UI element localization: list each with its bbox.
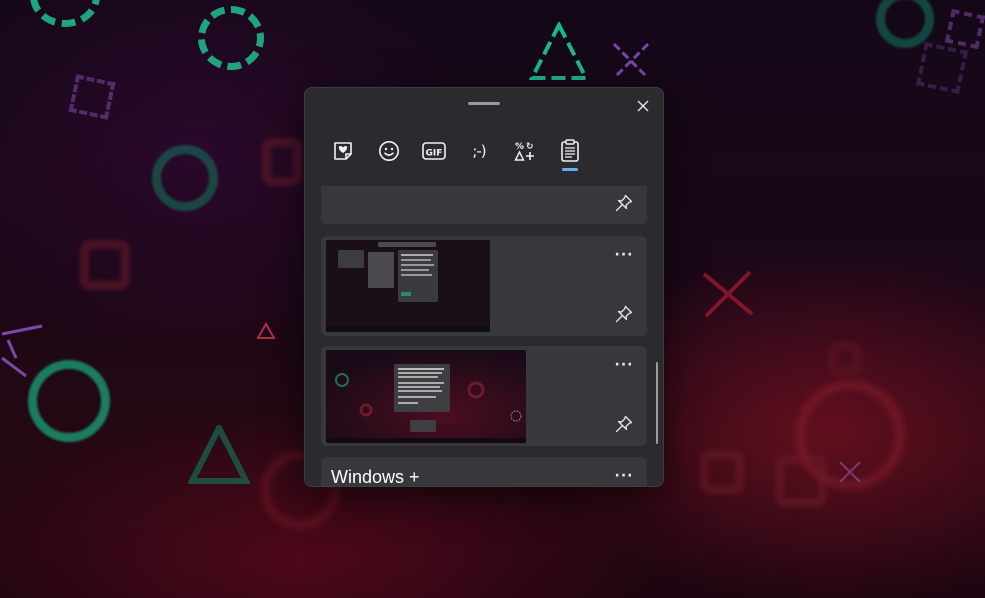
close-icon: [637, 100, 649, 112]
tab-gif[interactable]: GIF: [416, 133, 452, 169]
tab-favorites[interactable]: [325, 133, 361, 169]
clipboard-panel: GIF ;-) % ↻ ··· ··· Windows + ···: [304, 87, 664, 487]
bg-square: [80, 240, 130, 290]
drag-handle[interactable]: [468, 102, 500, 105]
more-options-button[interactable]: ···: [612, 467, 636, 486]
bg-ring: [152, 145, 218, 211]
pin-button[interactable]: [612, 191, 636, 215]
clipboard-item[interactable]: ···: [321, 346, 647, 446]
bg-triangle: [256, 322, 276, 339]
bg-triangle: [188, 425, 250, 484]
clipboard-icon: [561, 139, 579, 162]
gif-label: GIF: [426, 149, 443, 159]
pin-button[interactable]: [612, 302, 636, 326]
pin-icon: [615, 415, 633, 433]
pin-icon: [615, 305, 633, 323]
gif-icon: GIF: [422, 142, 446, 160]
pin-button[interactable]: [612, 412, 636, 436]
category-tabs: GIF ;-) % ↻: [305, 133, 663, 173]
tab-clipboard[interactable]: [552, 133, 588, 169]
tab-emoji[interactable]: [371, 133, 407, 169]
close-button[interactable]: [631, 94, 655, 118]
tab-symbols[interactable]: % ↻: [507, 133, 543, 169]
bg-square: [915, 41, 969, 95]
symbols-icon: % ↻: [514, 142, 534, 161]
more-icon: ···: [614, 468, 634, 484]
more-options-button[interactable]: ···: [612, 356, 636, 380]
heart-sticker-icon: [334, 142, 352, 160]
bg-square: [828, 342, 862, 376]
selected-tab-indicator: [562, 168, 578, 171]
clipboard-item[interactable]: ···: [321, 236, 647, 336]
bg-square: [700, 450, 744, 494]
more-icon: ···: [614, 357, 634, 373]
tab-kaomoji[interactable]: ;-): [461, 133, 497, 169]
clipboard-item[interactable]: Windows + ···: [321, 457, 647, 486]
bg-cross: [839, 461, 861, 483]
screenshot-thumbnail: [326, 240, 490, 332]
bg-cross: [612, 42, 650, 80]
bg-square: [262, 138, 302, 186]
screenshot-thumbnail: [326, 350, 526, 443]
bg-ring: [30, 0, 100, 27]
scrollbar-thumb[interactable]: [656, 362, 658, 444]
more-icon: ···: [614, 247, 634, 263]
more-options-button[interactable]: ···: [612, 246, 636, 270]
bg-square: [944, 8, 985, 50]
bg-ring: [198, 6, 264, 70]
bg-cross: [1, 324, 43, 378]
svg-text:↻: ↻: [526, 142, 534, 152]
clipboard-item[interactable]: [321, 186, 647, 224]
pin-icon: [615, 194, 633, 212]
bg-cross: [702, 270, 754, 318]
kaomoji-icon: ;-): [472, 142, 486, 160]
clipboard-list: ··· ··· Windows + ···: [305, 186, 663, 486]
bg-square: [68, 74, 116, 120]
clipboard-item-text: Windows +: [331, 467, 420, 486]
bg-ring: [876, 0, 934, 48]
bg-square: [775, 455, 827, 507]
smiley-icon: [379, 141, 399, 161]
bg-triangle: [528, 22, 590, 80]
